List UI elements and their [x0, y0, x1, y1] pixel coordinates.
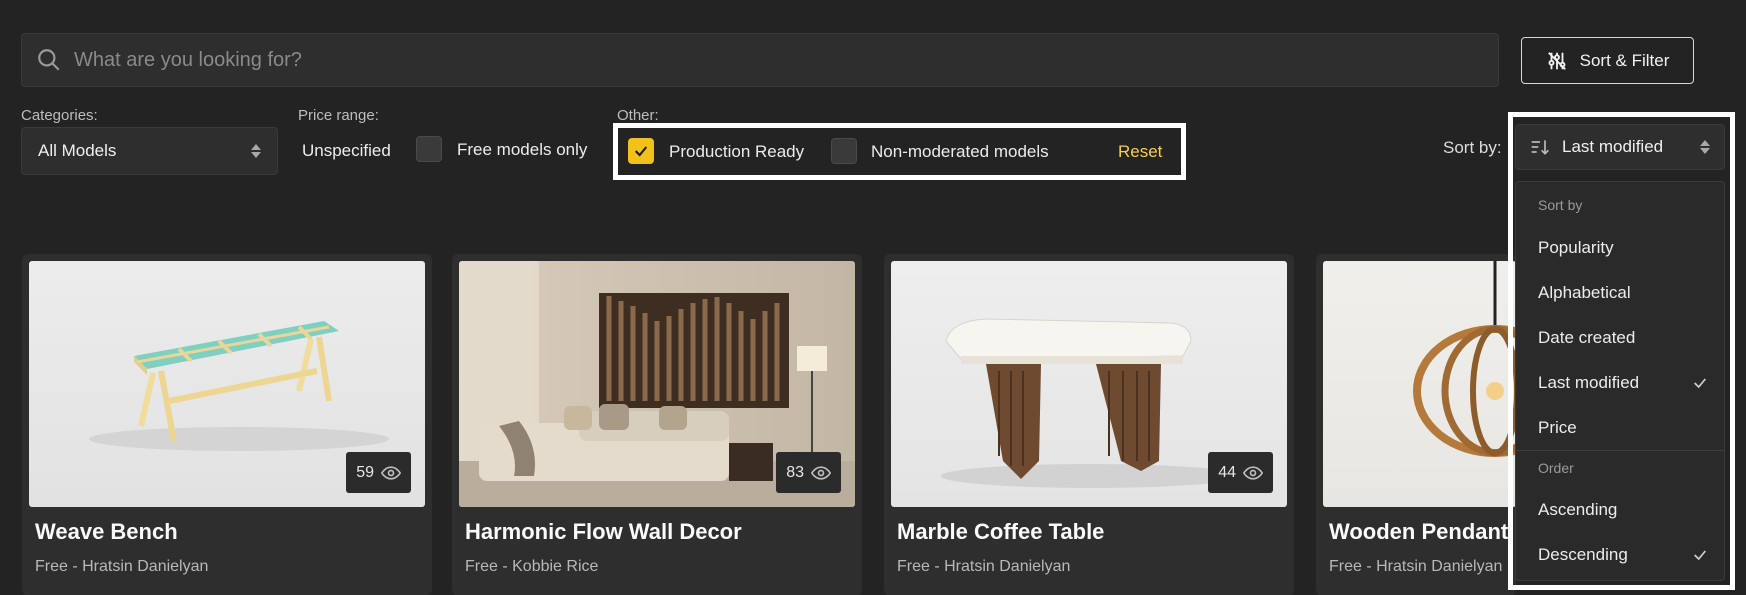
highlight-sort-menu	[1508, 112, 1735, 590]
model-thumbnail[interactable]: 59	[29, 261, 425, 507]
model-subtitle: Free - Hratsin Danielyan	[1329, 558, 1503, 575]
sort-by-label: Sort by:	[1443, 138, 1502, 157]
model-card[interactable]: Wooden Pendant Free - Hratsin Danielyan	[1316, 254, 1516, 595]
model-card[interactable]: 83 Harmonic Flow Wall Decor Free - Kobbi…	[452, 254, 862, 595]
model-thumbnail[interactable]	[1323, 261, 1516, 507]
free-only-checkbox[interactable]	[416, 136, 442, 162]
categories-label: Categories:	[21, 107, 98, 124]
model-title[interactable]: Harmonic Flow Wall Decor	[465, 519, 742, 545]
model-title[interactable]: Weave Bench	[35, 519, 178, 545]
model-card[interactable]: 44 Marble Coffee Table Free - Hratsin Da…	[884, 254, 1294, 595]
free-only-label[interactable]: Free models only	[457, 140, 587, 160]
filter-off-icon	[1547, 51, 1566, 70]
pendant-illustration	[1413, 261, 1516, 457]
model-thumbnail[interactable]: 83	[459, 261, 855, 507]
view-count: 44	[1208, 452, 1273, 493]
sort-filter-button[interactable]: Sort & Filter	[1521, 37, 1694, 84]
categories-select[interactable]: All Models	[21, 127, 278, 175]
model-title[interactable]: Marble Coffee Table	[897, 519, 1104, 545]
eye-icon	[1243, 465, 1263, 480]
price-range-value[interactable]: Unspecified	[302, 141, 391, 161]
highlight-other-filters	[613, 123, 1186, 180]
categories-value: All Models	[38, 141, 117, 160]
eye-icon	[811, 465, 831, 480]
view-count: 59	[346, 452, 411, 493]
sort-filter-label: Sort & Filter	[1579, 50, 1670, 70]
eye-icon	[381, 465, 401, 480]
model-subtitle: Free - Hratsin Danielyan	[897, 558, 1071, 575]
search-icon	[38, 49, 60, 71]
search-input[interactable]	[74, 48, 1454, 72]
price-range-label: Price range:	[298, 107, 379, 124]
updown-icon	[251, 144, 261, 158]
search-bar[interactable]	[21, 33, 1499, 87]
view-count: 83	[776, 452, 841, 493]
model-subtitle: Free - Hratsin Danielyan	[35, 558, 209, 575]
model-card[interactable]: 59 Weave Bench Free - Hratsin Danielyan	[22, 254, 432, 595]
model-title[interactable]: Wooden Pendant	[1329, 519, 1508, 545]
model-subtitle: Free - Kobbie Rice	[465, 558, 599, 575]
model-thumbnail[interactable]: 44	[891, 261, 1287, 507]
other-label: Other:	[617, 107, 659, 124]
